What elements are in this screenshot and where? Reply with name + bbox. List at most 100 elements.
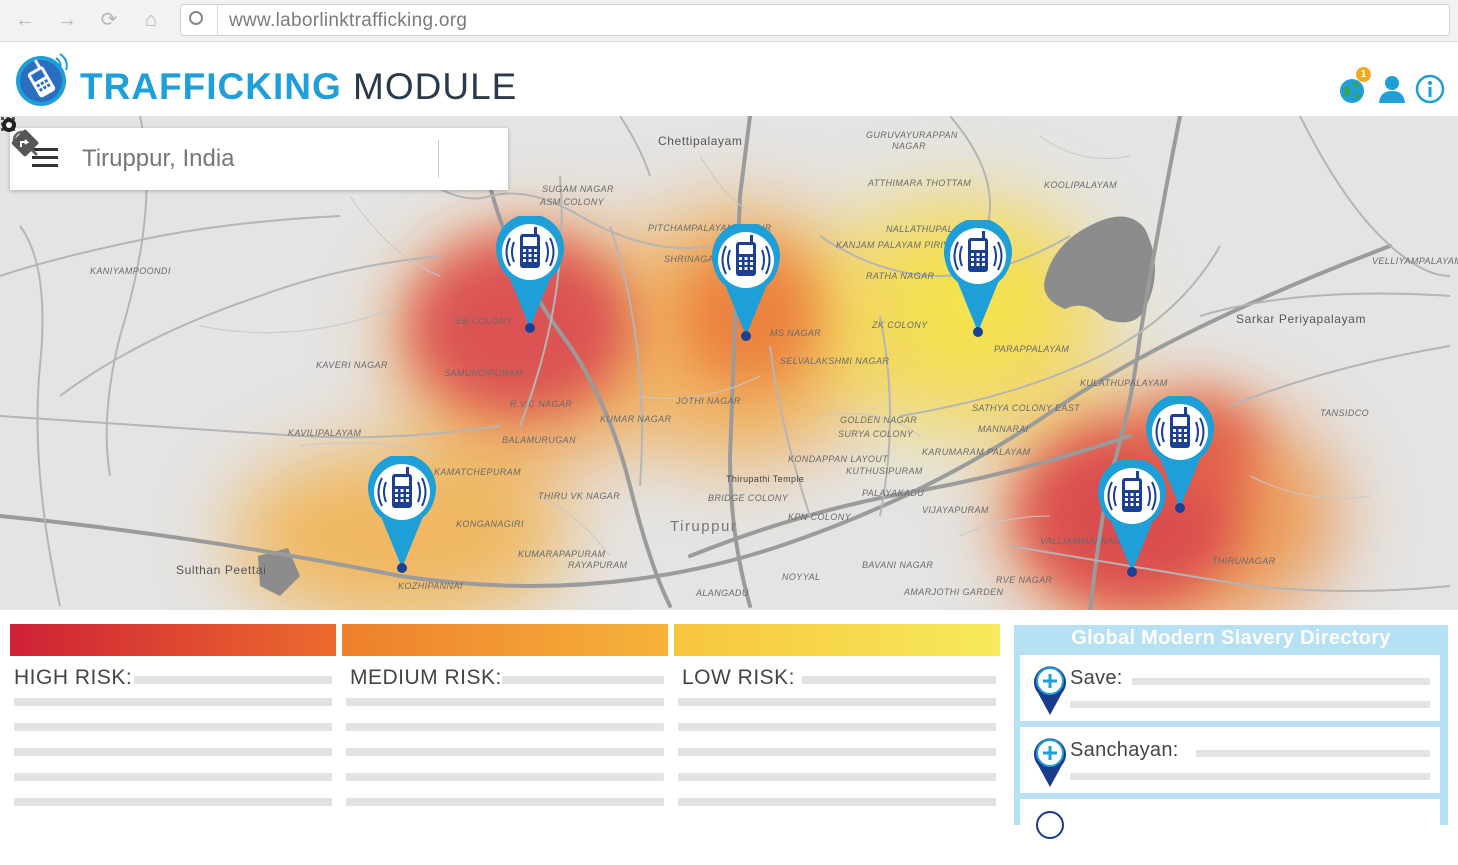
site-info-icon[interactable] xyxy=(189,11,203,25)
directory-item-name: Save: xyxy=(1070,667,1123,689)
place-label: KUMAR NAGAR xyxy=(600,414,672,424)
forward-arrow-icon[interactable]: → xyxy=(54,8,80,32)
placeholder-line xyxy=(678,723,996,731)
place-label: GURUVAYURAPPAN xyxy=(866,130,958,140)
place-label: KAMATCHEPURAM xyxy=(434,467,522,477)
place-label: ATTHIMARA THOTTAM xyxy=(868,178,972,188)
placeholder-line xyxy=(678,698,996,706)
place-label: VIJAYAPURAM xyxy=(922,505,989,515)
placeholder-line xyxy=(678,798,996,806)
high-risk-bar xyxy=(10,624,336,656)
globe-icon[interactable]: 1 xyxy=(1338,67,1371,105)
place-label: KAVERI NAGAR xyxy=(316,360,388,370)
place-label: ALANGADU xyxy=(696,588,749,598)
search-input[interactable] xyxy=(82,142,382,176)
place-label: ZK COLONY xyxy=(872,320,928,330)
place-label: KANJAM PALAYAM PIRIVU xyxy=(836,240,957,250)
place-label: KULATHUPALAYAM xyxy=(1080,378,1168,388)
city-label: Tiruppur xyxy=(670,518,738,535)
place-label: NOYYAL xyxy=(782,572,821,582)
placeholder-line xyxy=(1196,750,1430,757)
add-pin-icon[interactable] xyxy=(1030,807,1070,861)
place-label: R.V.C NAGAR xyxy=(510,399,573,409)
back-arrow-icon[interactable]: ← xyxy=(12,8,38,32)
medium-risk-bar xyxy=(342,624,668,656)
place-label: KUTHUSIPURAM xyxy=(846,466,923,476)
placeholder-line xyxy=(346,798,664,806)
placeholder-line xyxy=(14,748,332,756)
phone-signal-pin-icon[interactable] xyxy=(494,216,566,336)
add-pin-icon[interactable] xyxy=(1030,735,1070,789)
placeholder-line xyxy=(346,698,664,706)
place-label: AMARJOTHI GARDEN xyxy=(904,587,1004,597)
placeholder-line xyxy=(1132,678,1430,685)
place-label: PALAYAKADU xyxy=(862,488,925,498)
placeholder-line xyxy=(502,676,664,684)
place-label: KARUMARAM PALAYAM xyxy=(922,447,1031,457)
low-risk-column: LOW RISK: xyxy=(674,624,1000,823)
place-label: Chettipalayam xyxy=(658,134,743,148)
landmark-label: Thirupathi Temple xyxy=(726,474,805,484)
medium-risk-label: MEDIUM RISK: xyxy=(350,666,502,689)
place-label: SELVALAKSHMI NAGAR xyxy=(780,356,890,366)
placeholder-line xyxy=(1070,773,1430,780)
place-label: SATHYA COLONY EAST xyxy=(972,403,1081,413)
phone-signal-pin-icon[interactable] xyxy=(942,220,1014,340)
place-label: BAVANI NAGAR xyxy=(862,560,934,570)
add-pin-icon[interactable] xyxy=(1030,663,1070,717)
info-icon[interactable] xyxy=(1414,73,1446,105)
place-label: Sulthan Peettai xyxy=(176,563,267,577)
placeholder-line xyxy=(14,698,332,706)
placeholder-line xyxy=(14,773,332,781)
title-light: MODULE xyxy=(353,66,518,107)
browser-toolbar: ← → ⟳ ⌂ www.laborlinktrafficking.org xyxy=(0,0,1458,42)
url-text[interactable]: www.laborlinktrafficking.org xyxy=(229,10,467,32)
user-icon[interactable] xyxy=(1376,73,1408,105)
place-label: BALAMURUGAN xyxy=(502,435,576,445)
home-icon[interactable]: ⌂ xyxy=(138,8,164,32)
place-label: JOTHI NAGAR xyxy=(676,396,741,406)
place-label: Sarkar Periyapalayam xyxy=(1236,312,1367,326)
url-divider xyxy=(217,5,218,35)
placeholder-line xyxy=(678,748,996,756)
placeholder-line xyxy=(134,676,332,684)
place-label: KOZHIPANNAI xyxy=(398,581,463,591)
phone-signal-pin-icon[interactable] xyxy=(710,224,782,344)
phone-signal-logo-icon[interactable] xyxy=(12,50,70,108)
place-label: SAMUNDIPURAM xyxy=(444,368,523,378)
heat-map[interactable]: Chettipalayam GURUVAYURAPPAN NAGAR KOOLI… xyxy=(0,116,1458,610)
place-label: KPN COLONY xyxy=(788,512,852,522)
place-label: BRIDGE COLONY xyxy=(708,493,789,503)
place-label: KONGANAGIRI xyxy=(456,519,524,529)
place-label: MANNARAI xyxy=(978,424,1029,434)
place-label: RVE NAGAR xyxy=(996,575,1053,585)
place-label: TANSIDCO xyxy=(1320,408,1370,418)
high-risk-label: HIGH RISK: xyxy=(14,666,133,689)
phone-signal-pin-icon[interactable] xyxy=(1096,460,1168,580)
header-icons: 1 xyxy=(1338,67,1446,106)
search-panel xyxy=(10,128,508,190)
directory-item[interactable] xyxy=(1020,799,1440,865)
phone-signal-pin-icon[interactable] xyxy=(366,456,438,576)
placeholder-line xyxy=(14,723,332,731)
placeholder-line xyxy=(14,798,332,806)
account-icon[interactable] xyxy=(0,116,18,134)
address-bar[interactable]: www.laborlinktrafficking.org xyxy=(180,4,1450,36)
directory-item[interactable]: Save: xyxy=(1020,655,1440,721)
place-label: RATHA NAGAR xyxy=(866,271,935,281)
placeholder-line xyxy=(1070,701,1430,708)
place-label: VELLIYAMPALAYAM xyxy=(1372,256,1458,266)
low-risk-bar xyxy=(674,624,1000,656)
app-header: TRAFFICKING MODULE 1 xyxy=(0,42,1458,116)
low-risk-label: LOW RISK: xyxy=(682,666,796,689)
place-label: SURYA COLONY xyxy=(838,429,914,439)
place-label: RAYAPURAM xyxy=(568,560,628,570)
placeholder-line xyxy=(802,676,996,684)
reload-icon[interactable]: ⟳ xyxy=(96,8,122,32)
map-canvas xyxy=(0,116,1458,610)
directory-item[interactable]: Sanchayan: xyxy=(1020,727,1440,793)
notification-badge: 1 xyxy=(1356,67,1371,82)
medium-risk-column: MEDIUM RISK: xyxy=(342,624,668,823)
place-label: KOOLIPALAYAM xyxy=(1044,180,1117,190)
place-label: KANIYAMPOONDI xyxy=(90,266,171,276)
